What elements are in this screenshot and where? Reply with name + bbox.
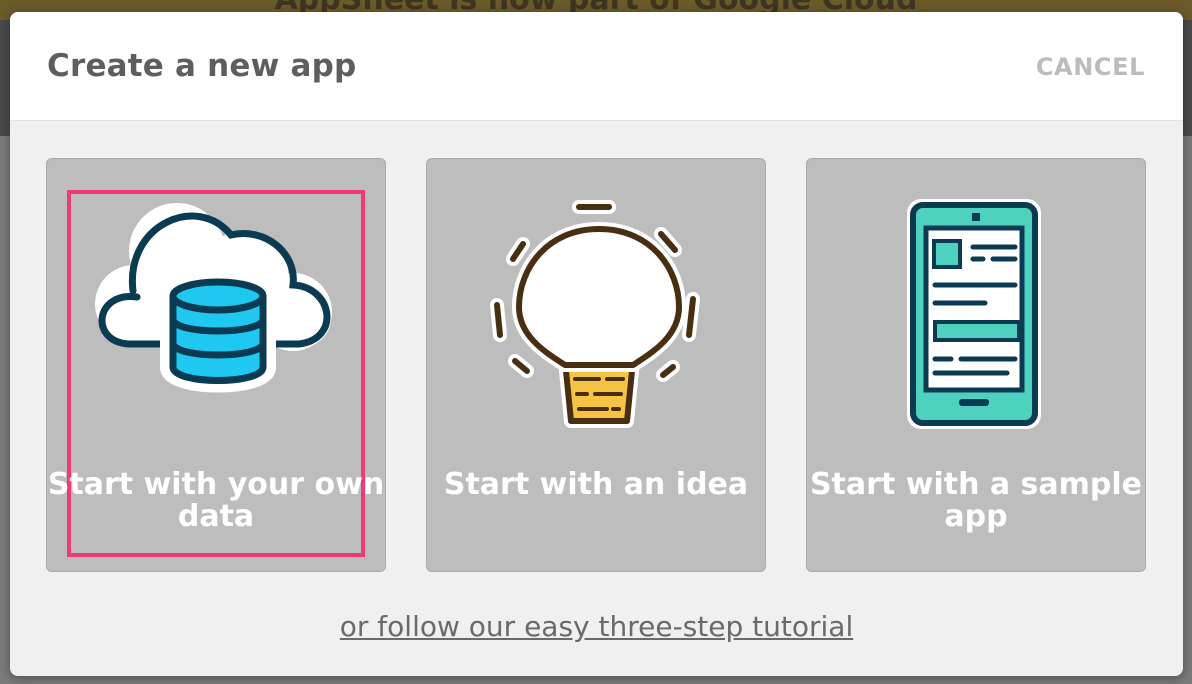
cancel-button[interactable]: CANCEL	[1036, 53, 1145, 81]
lightbulb-icon	[490, 200, 700, 428]
option-idea[interactable]: Start with an idea	[426, 158, 766, 572]
create-app-dialog: Create a new app CANCEL Start with your …	[10, 12, 1183, 676]
option-label: Start with your own data	[47, 467, 385, 534]
dialog-title: Create a new app	[47, 48, 357, 84]
option-label: Start with an idea	[443, 467, 749, 502]
dialog-header: Create a new app CANCEL	[10, 12, 1183, 121]
tutorial-link[interactable]: or follow our easy three-step tutorial	[10, 610, 1183, 643]
cloud-database-icon	[95, 203, 332, 393]
option-own-data[interactable]: Start with your own data	[46, 158, 386, 572]
option-sample-app[interactable]: Start with a sample app	[806, 158, 1146, 572]
phone-app-icon	[907, 199, 1041, 429]
option-label: Start with a sample app	[809, 467, 1143, 534]
